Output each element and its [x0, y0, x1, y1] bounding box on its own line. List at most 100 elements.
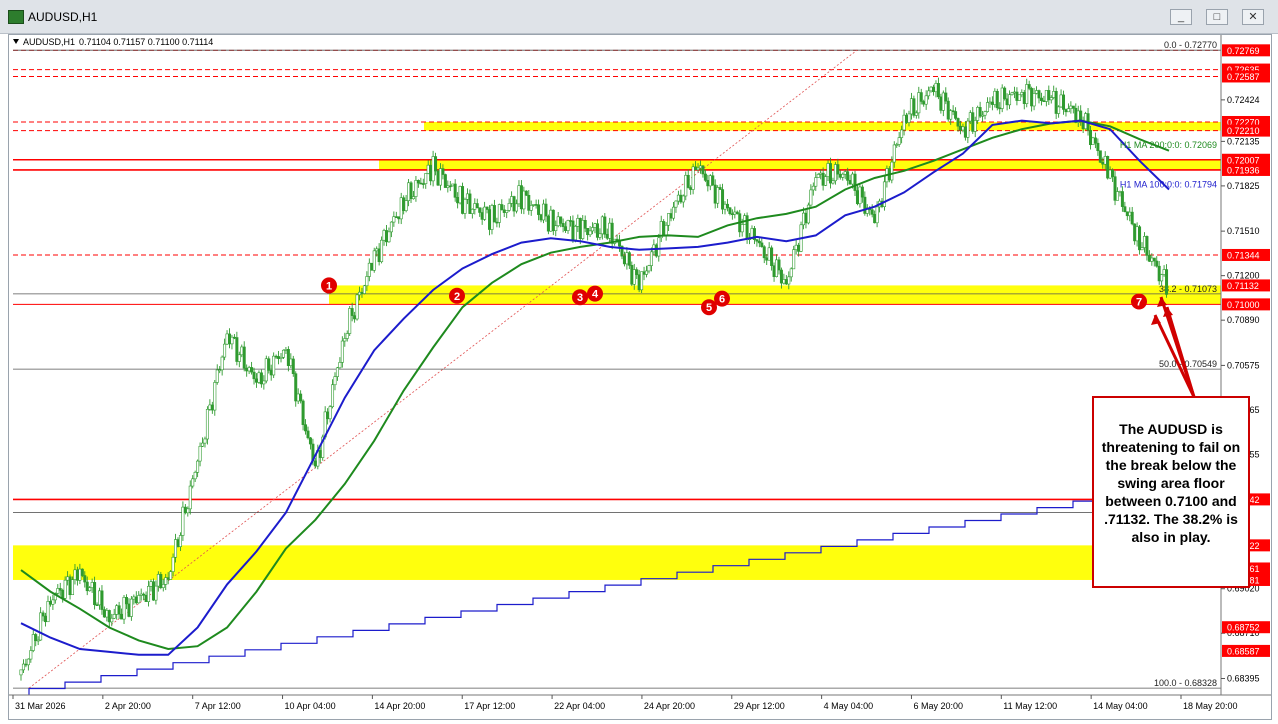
- candle-body: [905, 114, 909, 123]
- candle-body: [711, 175, 715, 186]
- candle-body: [240, 346, 244, 356]
- candle-body: [985, 102, 989, 112]
- candle-body: [1039, 97, 1043, 101]
- candle-body: [112, 614, 116, 619]
- candle-body: [851, 173, 855, 185]
- candle-body: [225, 333, 229, 345]
- candle-body: [821, 172, 825, 186]
- x-tick-label: 14 May 04:00: [1093, 701, 1148, 711]
- candle-body: [919, 92, 923, 102]
- chart-area[interactable]: 0.0 - 0.72770 38.2 - 0.71073 50.0 - 0.7054…: [8, 34, 1272, 720]
- price-tag-label: 0.68587: [1227, 646, 1260, 656]
- candle-body: [772, 265, 776, 277]
- candle-body: [576, 218, 580, 227]
- candle-body: [983, 111, 987, 116]
- candle-body: [122, 597, 126, 620]
- candle-body: [968, 112, 972, 122]
- candle-body: [343, 338, 347, 342]
- candle-body: [235, 337, 239, 362]
- price-tag-label: 0.72587: [1227, 72, 1260, 82]
- fib-label: 50.0 - 0.70549: [1159, 359, 1217, 369]
- candle-body: [497, 204, 501, 223]
- candle-body: [490, 205, 494, 230]
- candle-body: [733, 211, 737, 215]
- price-chart[interactable]: 0.0 - 0.7277038.2 - 0.7107350.0 - 0.7054…: [9, 35, 1271, 719]
- candle-body: [961, 126, 965, 131]
- candle-body: [1044, 90, 1048, 102]
- candle-body: [1093, 137, 1097, 144]
- candle-body: [622, 255, 626, 265]
- candle-body: [196, 460, 200, 473]
- candle-body: [458, 186, 462, 204]
- candle-body: [863, 196, 867, 214]
- candle-body: [640, 271, 644, 291]
- candle-body: [1103, 156, 1107, 165]
- candle-body: [713, 184, 717, 204]
- candle-body: [914, 112, 918, 116]
- candle-body: [262, 380, 266, 385]
- candle-body: [809, 189, 813, 206]
- candle-body: [1111, 169, 1115, 177]
- candle-body: [215, 369, 219, 383]
- candle-body: [541, 203, 545, 221]
- candle-body: [387, 231, 391, 243]
- candle-body: [1042, 100, 1046, 102]
- candle-body: [419, 182, 423, 185]
- candle-body: [855, 190, 859, 205]
- candle-body: [166, 577, 170, 580]
- candle-body: [762, 246, 766, 259]
- x-tick-label: 14 Apr 20:00: [374, 701, 425, 711]
- candle-body: [1003, 87, 1007, 100]
- candle-body: [220, 356, 224, 371]
- candle-body: [473, 203, 477, 210]
- candle-body: [505, 210, 509, 213]
- yellow-zone: [379, 159, 1221, 170]
- candle-body: [117, 605, 121, 615]
- candle-body: [694, 166, 698, 171]
- candle-body: [1091, 137, 1095, 146]
- candle-body: [203, 438, 207, 444]
- candle-body: [559, 216, 563, 224]
- candle-body: [544, 203, 548, 217]
- minimize-button[interactable]: _: [1170, 9, 1192, 25]
- candle-body: [75, 569, 79, 581]
- ma-label: H1 MA 100:0:0: 0.71794: [1120, 179, 1217, 189]
- candle-body: [1135, 226, 1139, 242]
- candle-body: [39, 612, 43, 641]
- candle-body: [936, 83, 940, 98]
- marker-label: 4: [592, 289, 599, 301]
- candle-body: [375, 248, 379, 252]
- candle-body: [73, 569, 77, 580]
- candle-body: [434, 156, 438, 172]
- candle-body: [451, 183, 455, 187]
- y-tick-label: 0.71510: [1227, 226, 1260, 236]
- candle-body: [792, 249, 796, 270]
- candle-body: [632, 269, 636, 285]
- price-tag-label: 0.71132: [1227, 281, 1259, 291]
- candle-body: [998, 107, 1002, 110]
- chart-window-icon: [8, 10, 24, 24]
- price-tag-label: 0.72769: [1227, 46, 1260, 56]
- candle-body: [846, 171, 850, 181]
- chart-symbol: AUDUSD,H1: [23, 37, 75, 47]
- candle-body: [1069, 105, 1073, 109]
- candle-body: [995, 90, 999, 109]
- candle-body: [178, 535, 182, 547]
- candle-body: [922, 101, 926, 105]
- candle-body: [85, 581, 89, 592]
- candle-body: [775, 259, 779, 277]
- close-button[interactable]: ✕: [1242, 9, 1264, 25]
- candle-body: [912, 98, 916, 116]
- candle-body: [272, 355, 276, 376]
- candle-body: [281, 349, 285, 358]
- candle-body: [963, 126, 967, 138]
- candle-body: [1037, 90, 1041, 99]
- candle-body: [223, 343, 227, 358]
- candle-body: [708, 175, 712, 187]
- candle-body: [306, 430, 310, 439]
- y-tick-label: 0.71200: [1227, 271, 1260, 281]
- candle-body: [335, 367, 339, 377]
- y-tick-label: 0.72424: [1227, 95, 1260, 105]
- candle-body: [90, 582, 94, 588]
- maximize-button[interactable]: □: [1206, 9, 1228, 25]
